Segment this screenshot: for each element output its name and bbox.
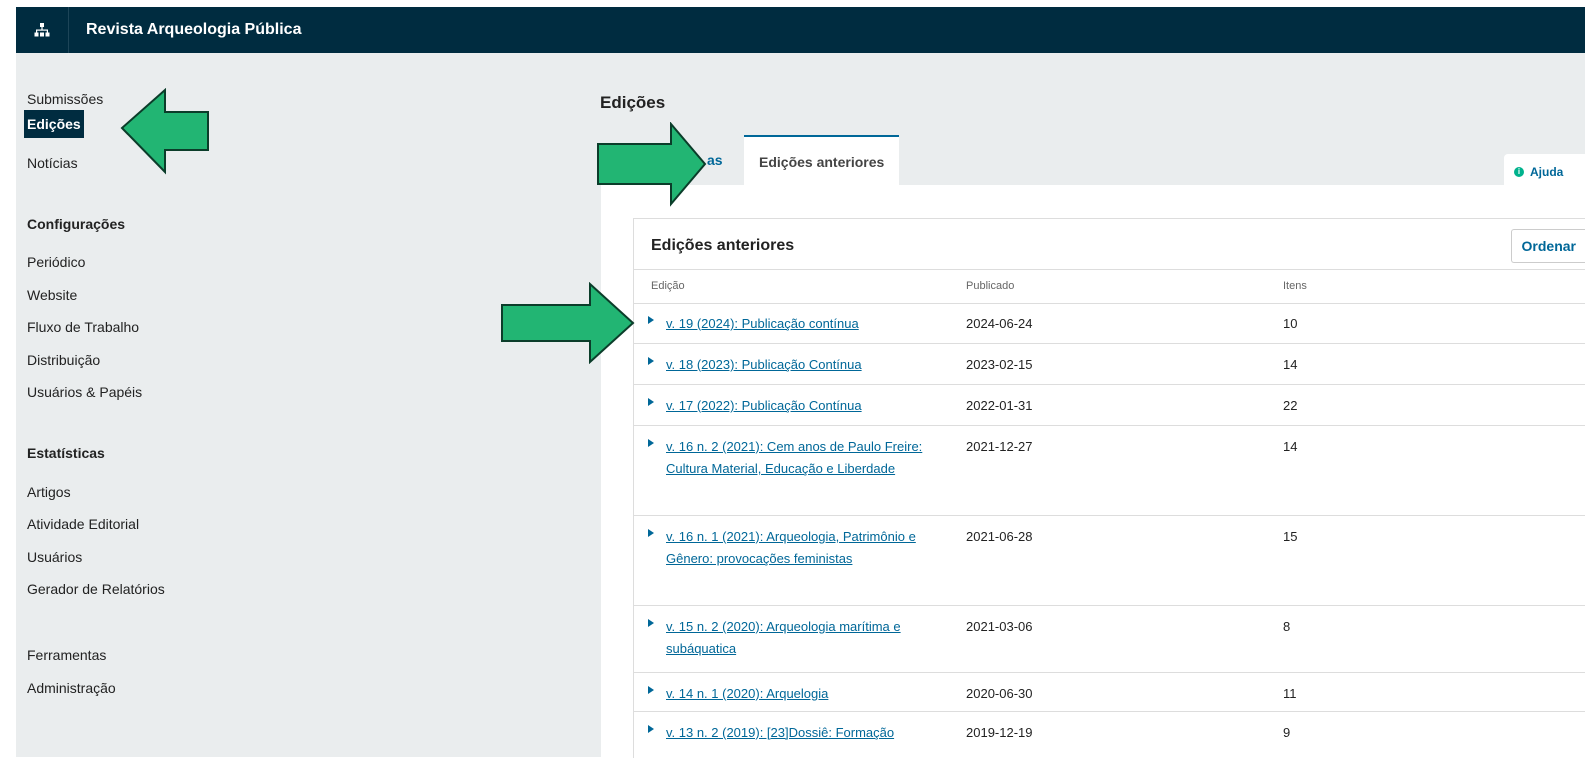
expand-icon[interactable]: [648, 316, 654, 324]
table-row[interactable]: v. 16 n. 1 (2021): Arqueologia, Patrimôn…: [634, 516, 1585, 606]
arrow-left-icon: [120, 88, 209, 175]
issue-count: 9: [1283, 725, 1291, 740]
issue-count: 10: [1283, 316, 1298, 331]
table-row[interactable]: v. 18 (2023): Publicação Contínua 2023-0…: [634, 344, 1585, 385]
issue-link[interactable]: v. 19 (2024): Publicação contínua: [666, 313, 936, 335]
arrow-right-icon: [501, 282, 635, 364]
table-row[interactable]: v. 15 n. 2 (2020): Arqueologia marítima …: [634, 606, 1585, 673]
issue-date: 2021-12-27: [966, 439, 1033, 454]
expand-icon[interactable]: [648, 725, 654, 733]
issue-date: 2021-06-28: [966, 529, 1033, 544]
nav-artigos[interactable]: Artigos: [24, 478, 74, 506]
expand-icon[interactable]: [648, 439, 654, 447]
info-icon: i: [1514, 166, 1524, 177]
table-row[interactable]: v. 14 n. 1 (2020): Arquelogia 2020-06-30…: [634, 673, 1585, 712]
issue-count: 14: [1283, 357, 1298, 372]
col-itens: Itens: [1283, 280, 1307, 292]
tab-panel: Edições anteriores Ordenar Edição Public…: [601, 185, 1585, 758]
table-row[interactable]: v. 17 (2022): Publicação Contínua 2022-0…: [634, 385, 1585, 426]
nav-usuarios[interactable]: Usuários: [24, 543, 85, 571]
stats-heading: Estatísticas: [27, 445, 105, 461]
nav-website[interactable]: Website: [24, 281, 80, 309]
issue-link[interactable]: v. 15 n. 2 (2020): Arqueologia marítima …: [666, 616, 936, 660]
top-bar: Revista Arqueologia Pública: [16, 7, 1585, 53]
sidebar: Submissões Edições Notícias Configuraçõe…: [16, 53, 601, 757]
issue-date: 2023-02-15: [966, 357, 1033, 372]
table-row[interactable]: v. 13 n. 2 (2019): [23]Dossiê: Formação …: [634, 712, 1585, 758]
nav-edicoes[interactable]: Edições: [24, 110, 84, 138]
issue-link[interactable]: v. 18 (2023): Publicação Contínua: [666, 354, 936, 376]
col-publicado: Publicado: [966, 280, 1015, 292]
page-title: Edições: [600, 93, 666, 112]
nav-noticias[interactable]: Notícias: [24, 149, 81, 177]
issue-count: 15: [1283, 529, 1298, 544]
grid-header: Edição Publicado Itens: [634, 269, 1585, 304]
expand-icon[interactable]: [648, 357, 654, 365]
issue-date: 2021-03-06: [966, 619, 1033, 634]
table-row[interactable]: v. 19 (2024): Publicação contínua 2024-0…: [634, 303, 1585, 344]
expand-icon[interactable]: [648, 398, 654, 406]
nav-periodico[interactable]: Periódico: [24, 248, 88, 276]
issue-date: 2022-01-31: [966, 398, 1033, 413]
table-row[interactable]: v. 16 n. 2 (2021): Cem anos de Paulo Fre…: [634, 426, 1585, 516]
issue-link[interactable]: v. 16 n. 1 (2021): Arqueologia, Patrimôn…: [666, 526, 936, 570]
nav-distribuicao[interactable]: Distribuição: [24, 346, 103, 374]
help-button[interactable]: i Ajuda: [1504, 154, 1585, 189]
issue-count: 8: [1283, 619, 1291, 634]
issues-grid: Edições anteriores Ordenar Edição Public…: [633, 218, 1585, 758]
nav-usuarios-papeis[interactable]: Usuários & Papéis: [24, 378, 145, 406]
nav-administracao[interactable]: Administração: [24, 674, 119, 702]
expand-icon[interactable]: [648, 686, 654, 694]
issue-count: 11: [1283, 686, 1297, 701]
page-body: Submissões Edições Notícias Configuraçõe…: [16, 53, 1585, 758]
issue-date: 2019-12-19: [966, 725, 1033, 740]
col-edicao: Edição: [651, 280, 685, 292]
issue-date: 2020-06-30: [966, 686, 1033, 701]
grid-title: Edições anteriores: [651, 237, 795, 254]
journal-title[interactable]: Revista Arqueologia Pública: [86, 7, 301, 53]
nav-ferramentas[interactable]: Ferramentas: [24, 641, 109, 669]
issue-link[interactable]: v. 13 n. 2 (2019): [23]Dossiê: Formação: [666, 722, 936, 744]
expand-icon[interactable]: [648, 529, 654, 537]
order-button[interactable]: Ordenar: [1510, 229, 1585, 263]
issue-link[interactable]: v. 14 n. 1 (2020): Arquelogia: [666, 683, 936, 705]
arrow-right-icon: [597, 122, 707, 207]
nav-gerador-relatorios[interactable]: Gerador de Relatórios: [24, 575, 168, 603]
issue-link[interactable]: v. 17 (2022): Publicação Contínua: [666, 395, 936, 417]
issue-count: 14: [1283, 439, 1298, 454]
issue-count: 22: [1283, 398, 1298, 413]
nav-submissoes[interactable]: Submissões: [24, 85, 106, 113]
help-label: Ajuda: [1530, 164, 1564, 179]
nav-fluxo-de-trabalho[interactable]: Fluxo de Trabalho: [24, 313, 142, 341]
tab-edicoes-anteriores[interactable]: Edições anteriores: [744, 135, 900, 185]
issue-link[interactable]: v. 16 n. 2 (2021): Cem anos de Paulo Fre…: [666, 436, 936, 480]
issue-date: 2024-06-24: [966, 316, 1033, 331]
config-heading: Configurações: [27, 216, 126, 232]
expand-icon[interactable]: [648, 619, 654, 627]
nav-atividade-editorial[interactable]: Atividade Editorial: [24, 510, 142, 538]
sitemap-icon[interactable]: [16, 7, 69, 53]
